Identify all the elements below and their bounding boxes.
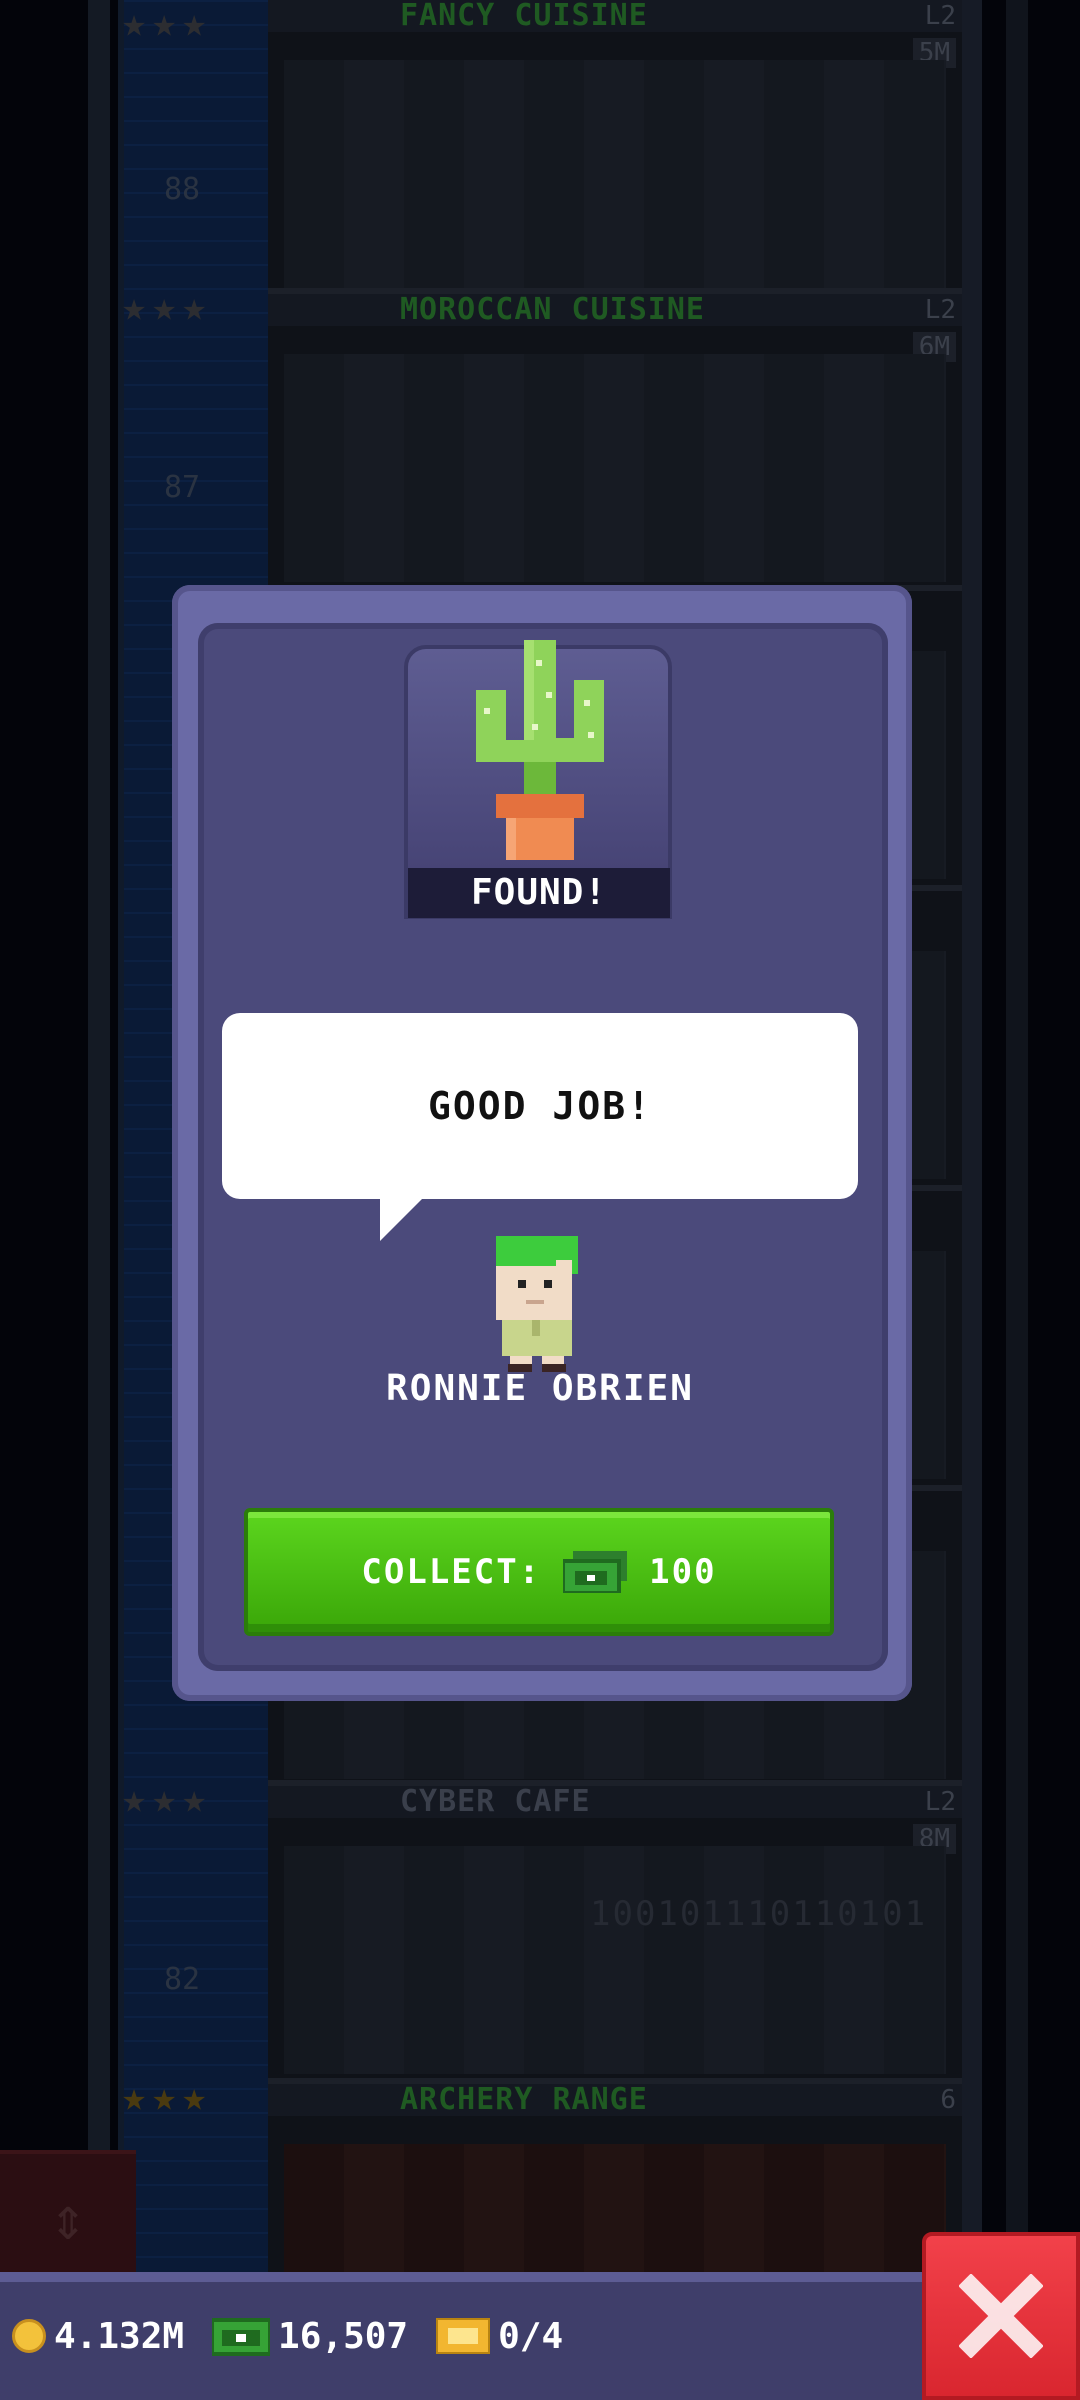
coins-value: 4.132M — [54, 2315, 185, 2357]
floor-level: L2 — [924, 1, 956, 31]
floor-name: CYBER CAFE — [268, 1786, 962, 1818]
floor-name: ARCHERY RANGE — [268, 2084, 962, 2116]
floor-stars: ★★★ — [122, 2074, 213, 2120]
ticket-icon — [436, 2318, 491, 2354]
character-name: RONNIE OBRIEN — [386, 1368, 694, 1409]
coin-icon — [12, 2319, 46, 2353]
left-rail — [88, 0, 110, 2280]
right-rail — [962, 0, 982, 2280]
floor-stars: ★★★ — [122, 284, 213, 330]
room-art — [284, 60, 946, 288]
floor-level: L2 — [924, 1787, 956, 1817]
avatar — [488, 1232, 584, 1372]
floor-stars: ★★★ — [122, 1776, 213, 1822]
floor-number: 87 — [164, 470, 201, 505]
bux-icon — [563, 1551, 628, 1593]
bux-stat: 16,507 — [212, 2316, 408, 2357]
close-icon — [959, 2274, 1043, 2358]
floor-number: 88 — [164, 172, 201, 207]
room-art — [284, 354, 946, 582]
collect-button[interactable]: COLLECT: 100 — [244, 1508, 834, 1636]
room-art — [284, 1846, 946, 2074]
speech-bubble-tail — [380, 1195, 426, 1241]
elevator-button[interactable]: ⇕ — [0, 2150, 136, 2284]
collect-label: COLLECT: — [361, 1552, 542, 1592]
elevator-arrows-icon: ⇕ — [49, 2184, 87, 2254]
floor-name: MOROCCAN CUISINE — [268, 294, 962, 326]
cactus-icon — [470, 640, 610, 860]
status-bar: 4.132M 16,507 0/4 — [0, 2272, 922, 2400]
tickets-stat: 0/4 — [436, 2316, 563, 2357]
tickets-value: 0/4 — [498, 2315, 564, 2357]
bux-icon — [212, 2318, 271, 2356]
floor-level: 6 — [940, 2085, 956, 2115]
speech-bubble: GOOD JOB! — [222, 1013, 858, 1199]
floor-number: 82 — [164, 1962, 201, 1997]
bux-value: 16,507 — [278, 2315, 409, 2357]
floor-stars: ★★★ — [122, 0, 213, 46]
found-label: FOUND! — [408, 868, 670, 918]
floor-name: FANCY CUISINE — [268, 0, 962, 32]
binary-wall-text: 100101110110101 — [590, 1894, 928, 1934]
collect-amount: 100 — [649, 1552, 717, 1592]
close-button[interactable] — [922, 2232, 1080, 2400]
coins-stat: 4.132M — [12, 2316, 184, 2357]
right-rail-outer — [1006, 0, 1028, 2280]
floor-level: L2 — [924, 295, 956, 325]
floor-fancy-cuisine[interactable]: FANCY CUISINE L2 5M — [268, 0, 962, 298]
floor-moroccan-cuisine[interactable]: MOROCCAN CUISINE L2 6M — [268, 288, 962, 592]
speech-text: GOOD JOB! — [428, 1084, 652, 1128]
